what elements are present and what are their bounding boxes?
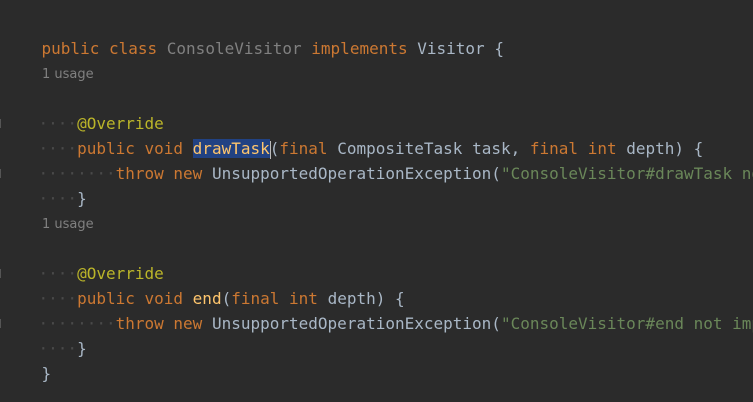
code-line-class-close[interactable]: }	[3, 336, 52, 383]
class-name: ConsoleVisitor	[166, 39, 302, 58]
fold-marker-icon[interactable]	[0, 319, 5, 328]
fold-marker-icon[interactable]	[0, 169, 5, 178]
keyword-throw: throw	[115, 314, 164, 333]
code-line-annotation[interactable]: ····@Override	[0, 236, 164, 283]
string-literal: "ConsoleVisitor#end not imp	[500, 314, 753, 333]
code-editor[interactable]: public class ConsoleVisitor implements V…	[0, 0, 753, 402]
keyword-new: new	[173, 164, 203, 183]
usage-hint[interactable]: 1 usage	[42, 215, 94, 235]
exception-class: UnsupportedOperationException(	[211, 164, 501, 183]
code-line-close-brace[interactable]: ····}	[0, 311, 87, 358]
close-brace: }	[41, 364, 52, 383]
fold-marker-icon[interactable]	[0, 269, 5, 278]
close-brace: }	[77, 189, 87, 208]
keyword-class: class	[108, 39, 158, 58]
code-line-throw-drawtask[interactable]: ········throw new UnsupportedOperationEx…	[0, 136, 753, 183]
exception-class: UnsupportedOperationException(	[211, 314, 501, 333]
keyword-public: public	[41, 39, 100, 58]
code-line-annotation[interactable]: ····@Override	[0, 86, 164, 133]
usage-hint[interactable]: 1 usage	[42, 65, 94, 85]
close-brace: }	[77, 339, 87, 358]
interface-name: Visitor	[417, 39, 485, 58]
code-line-class-declaration[interactable]: public class ConsoleVisitor implements V…	[3, 11, 504, 58]
code-line-method-drawtask[interactable]: ····public void drawTask(final Composite…	[0, 111, 703, 159]
keyword-throw: throw	[115, 164, 164, 183]
code-line-throw-end[interactable]: ········throw new UnsupportedOperationEx…	[0, 286, 753, 333]
open-brace: {	[494, 39, 504, 58]
keyword-new: new	[173, 314, 203, 333]
string-literal: "ConsoleVisitor#drawTask no	[500, 164, 753, 183]
indent-whitespace: ····	[38, 189, 78, 208]
keyword-implements: implements	[311, 39, 408, 58]
code-line-method-end[interactable]: ····public void end(final int depth) {	[0, 261, 405, 308]
fold-marker-icon[interactable]	[0, 119, 5, 128]
code-line-close-brace[interactable]: ····}	[0, 161, 87, 208]
